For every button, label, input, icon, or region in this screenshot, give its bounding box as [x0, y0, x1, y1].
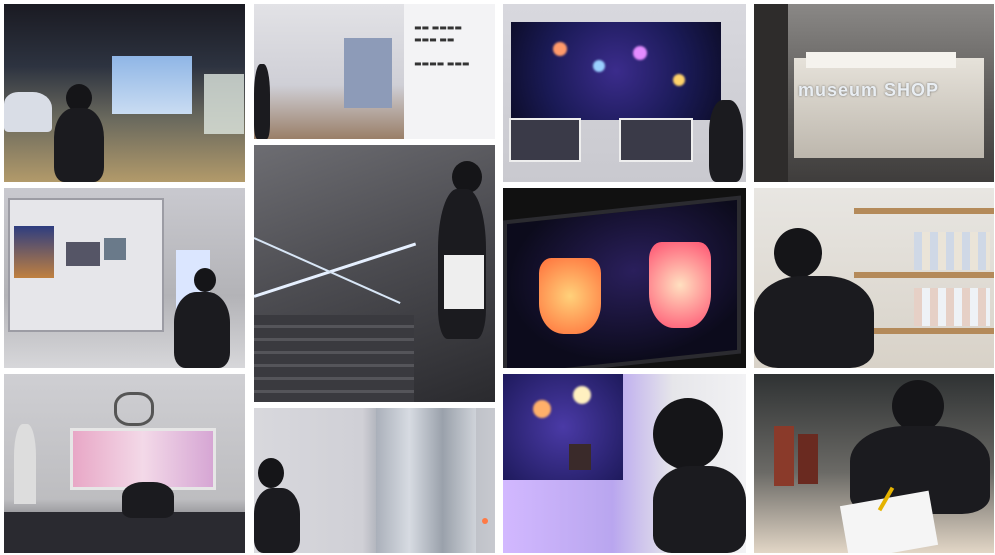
lantern — [673, 74, 685, 86]
visitor-body — [54, 108, 104, 182]
visitor-body — [754, 276, 874, 368]
ceiling-light — [806, 52, 956, 68]
podium — [4, 512, 245, 553]
books — [914, 232, 990, 270]
display-case — [204, 74, 244, 134]
stage-screen — [70, 428, 216, 490]
photo-elevator — [254, 408, 495, 553]
lantern — [633, 46, 647, 60]
exhibit-screen — [112, 56, 192, 114]
visitor-head — [258, 458, 284, 488]
books — [914, 288, 990, 326]
wall-sign-text: ▬▬ ▬▬▬▬ ▬▬▬ ▬▬ ▬▬▬▬ ▬▬▬ — [414, 23, 470, 68]
lantern-screen — [503, 374, 623, 480]
visitor-body — [254, 488, 300, 553]
kiosk — [619, 118, 693, 162]
elevator-light — [482, 518, 488, 524]
photo-lantern-wall — [503, 4, 746, 182]
photo-museum-shop: museum SHOP — [754, 4, 994, 182]
photo-writing-table — [754, 374, 994, 553]
photo-glass-staircase — [254, 145, 495, 402]
lantern — [553, 42, 567, 56]
visitor-head — [653, 398, 723, 470]
doorway — [344, 38, 392, 108]
photo-display-case — [4, 188, 245, 368]
shopping-bag — [444, 255, 484, 309]
visitor-head — [774, 228, 822, 278]
visitor-edge — [254, 64, 270, 139]
lantern — [573, 386, 591, 404]
lantern — [593, 60, 605, 72]
shop-entrance — [794, 58, 984, 158]
photo-gallery-corridor — [4, 4, 245, 182]
lantern-large — [539, 258, 601, 334]
lantern — [533, 400, 551, 418]
frame — [66, 242, 100, 266]
kiosk — [509, 118, 581, 162]
photo-hallway-sign: ▬▬ ▬▬▬▬ ▬▬▬ ▬▬ ▬▬▬▬ ▬▬▬ — [254, 4, 495, 139]
seated-figure — [122, 482, 174, 518]
photo-stage-emblem — [4, 374, 245, 553]
elevator-doors — [376, 408, 476, 553]
stair-rail — [254, 242, 417, 298]
visitor-head — [892, 380, 944, 432]
visitor-head — [194, 268, 216, 292]
visitor-body — [653, 466, 746, 553]
visitor-body — [709, 100, 743, 182]
camera — [569, 444, 591, 470]
shop-sign: museum SHOP — [798, 80, 940, 100]
vintage-car — [4, 92, 52, 132]
shelf — [854, 272, 994, 278]
steps — [254, 315, 414, 402]
shelf — [854, 328, 994, 334]
chair — [774, 426, 794, 486]
visitor-body — [174, 292, 230, 368]
frame — [104, 238, 126, 260]
poster — [14, 226, 54, 278]
photo-lantern-screen — [503, 188, 746, 368]
shelf — [854, 208, 994, 214]
pillar — [754, 4, 788, 182]
chair — [798, 434, 818, 484]
lantern-large — [649, 242, 711, 328]
stair-rail — [254, 237, 401, 304]
emblem — [114, 392, 154, 426]
photo-visitor-camera — [503, 374, 746, 553]
photo-shop-shelves — [754, 188, 994, 368]
flag-stand — [14, 424, 36, 504]
big-screen — [511, 22, 721, 120]
